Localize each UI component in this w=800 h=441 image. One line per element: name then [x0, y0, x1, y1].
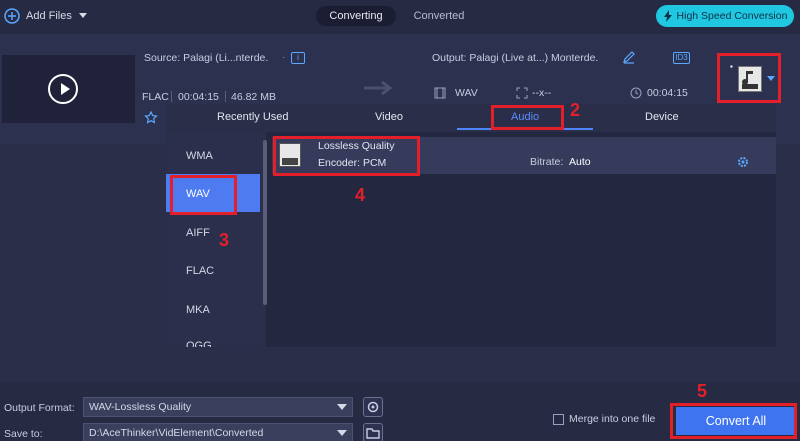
side-item-flac[interactable]: FLAC [186, 265, 214, 277]
view-switch: Converting Converted [316, 6, 482, 26]
tab-recently-used[interactable]: Recently Used [217, 111, 289, 123]
source-size: 46.82 MB [231, 91, 276, 103]
bitrate-label: Bitrate: [530, 156, 564, 168]
format-settings-button[interactable] [363, 397, 383, 417]
side-item-aiff[interactable]: AIFF [186, 227, 210, 239]
output-duration: 00:04:15 [647, 87, 688, 99]
save-to-value: D:\AceThinker\VidElement\Converted [89, 427, 264, 439]
dot-icon: · [282, 52, 286, 63]
id3-icon[interactable]: ID3 [673, 52, 690, 64]
source-name: Source: Palagi (Li...nterde. [144, 52, 269, 64]
resize-icon [516, 87, 528, 99]
tab-video[interactable]: Video [375, 111, 403, 123]
callout-box-3 [170, 175, 237, 215]
high-speed-conversion-button[interactable]: High Speed Conversion [656, 5, 794, 27]
merge-checkbox[interactable] [553, 414, 564, 425]
add-files-label: Add Files [26, 10, 72, 22]
callout-box-4 [273, 136, 420, 176]
add-files-button[interactable]: Add Files [4, 8, 88, 24]
save-to-label: Save to: [4, 428, 43, 440]
output-format-dropdown[interactable]: WAV-Lossless Quality [83, 397, 353, 417]
output-format-label: Output Format: [4, 402, 75, 414]
output-format: WAV [455, 87, 478, 99]
divider [225, 91, 226, 102]
callout-number-2: 2 [570, 100, 581, 120]
chevron-down-icon [337, 404, 347, 410]
open-folder-button[interactable] [363, 423, 383, 441]
gear-icon [367, 401, 379, 413]
lightning-icon [663, 10, 673, 22]
callout-box-1 [717, 53, 781, 103]
format-side-list [166, 132, 266, 347]
tab-device[interactable]: Device [645, 111, 679, 123]
output-format-value: WAV-Lossless Quality [89, 401, 192, 413]
star-icon[interactable] [144, 111, 158, 125]
bitrate-value: Auto [569, 156, 591, 168]
output-name: Output: Palagi (Live at...) Monterde. [432, 52, 599, 64]
tab-converting[interactable]: Converting [316, 6, 396, 26]
side-list-scrollbar[interactable] [263, 140, 267, 305]
source-format: FLAC [142, 91, 169, 103]
source-duration: 00:04:15 [178, 91, 219, 103]
callout-number-3: 3 [219, 230, 230, 250]
side-item-ogg[interactable]: OGG [186, 340, 212, 347]
folder-icon [366, 428, 380, 439]
output-resolution: --x-- [532, 87, 552, 99]
info-icon[interactable]: i [291, 52, 305, 64]
callout-box-5 [670, 403, 797, 439]
callout-box-2 [491, 105, 564, 130]
edit-icon[interactable] [622, 50, 636, 64]
high-speed-label: High Speed Conversion [676, 10, 788, 22]
clock-icon [630, 87, 642, 99]
arrow-right-icon [362, 80, 396, 96]
merge-label: Merge into one file [569, 413, 656, 425]
tab-converted[interactable]: Converted [396, 6, 482, 26]
save-to-dropdown[interactable]: D:\AceThinker\VidElement\Converted [83, 423, 353, 441]
divider [171, 91, 172, 102]
callout-number-4: 4 [355, 185, 366, 205]
chevron-down-icon [337, 430, 347, 436]
play-icon[interactable] [48, 74, 78, 104]
chevron-down-icon[interactable] [78, 12, 88, 20]
film-icon [434, 87, 446, 99]
side-item-mka[interactable]: MKA [186, 304, 210, 316]
callout-number-5: 5 [697, 381, 708, 401]
plus-circle-icon [4, 8, 20, 24]
side-item-wma[interactable]: WMA [186, 150, 213, 162]
gear-icon[interactable] [737, 156, 749, 168]
